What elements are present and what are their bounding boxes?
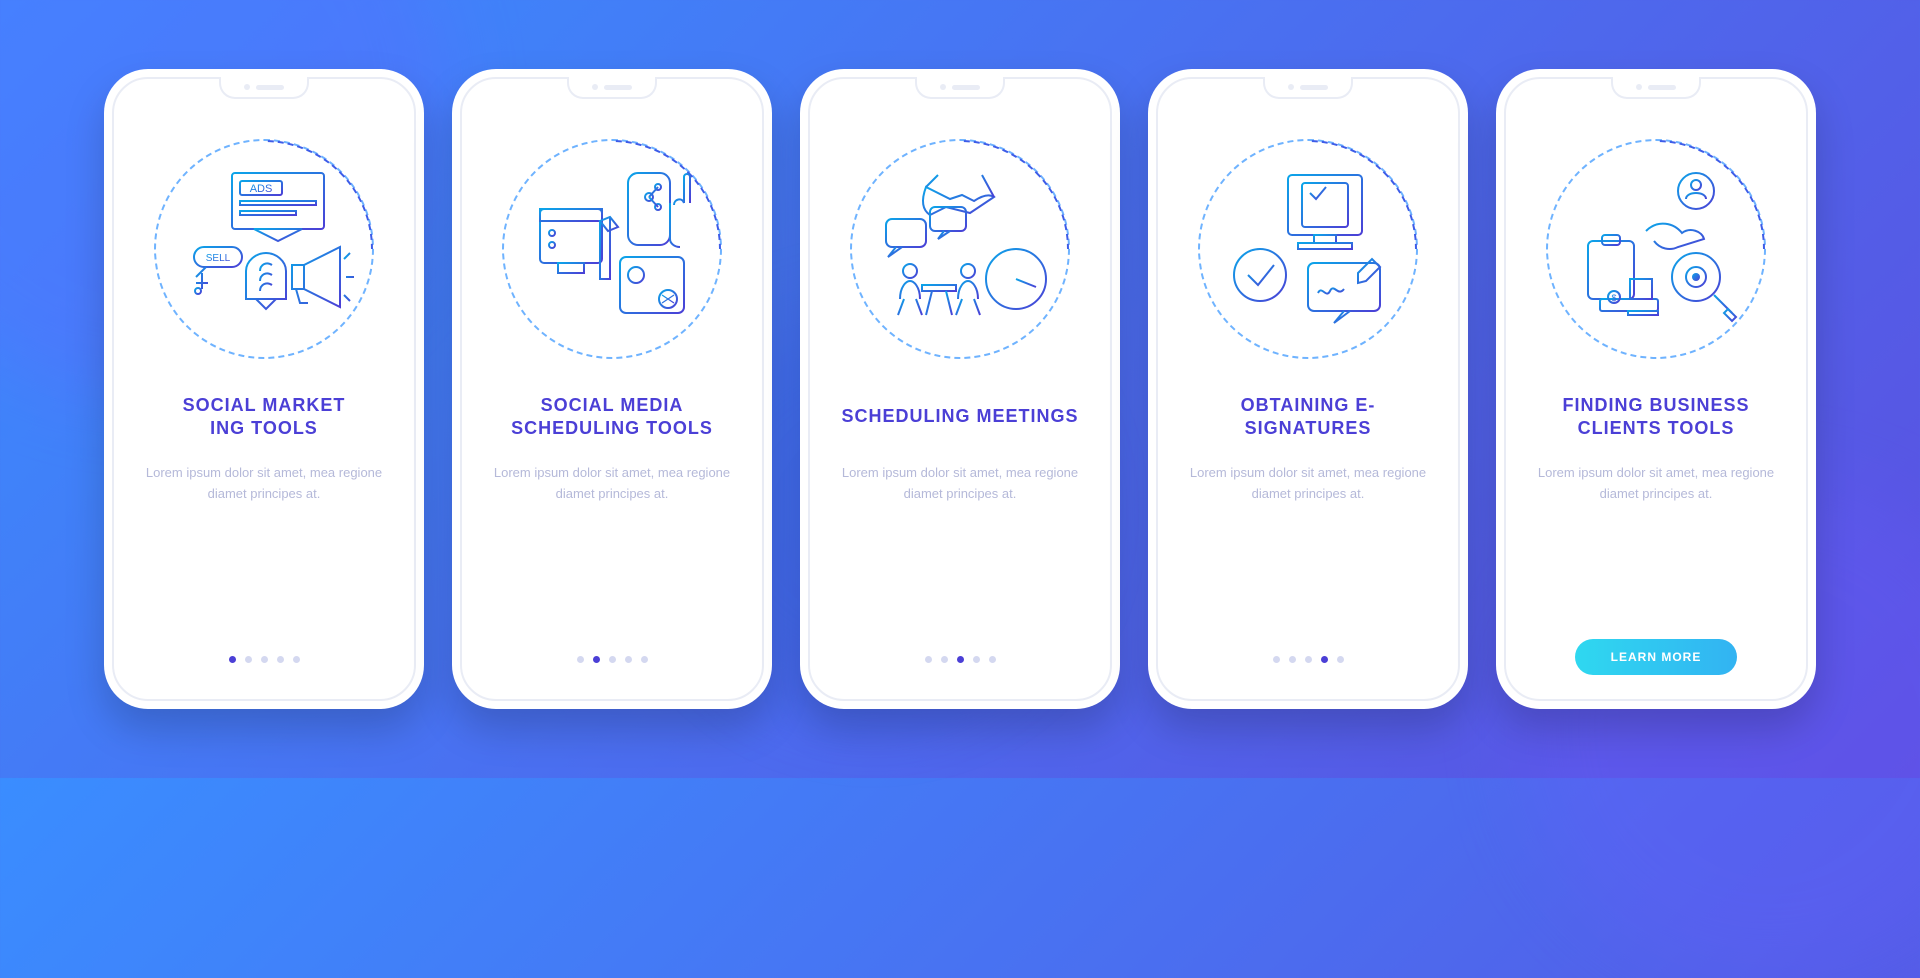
phone-screen-2: SOCIAL MEDIA SCHEDULING TOOLS Lorem ipsu… — [452, 69, 772, 709]
phone-notch — [1263, 77, 1353, 99]
pagination-dots[interactable] — [925, 656, 996, 663]
svg-text:SELL: SELL — [206, 253, 231, 264]
screen-title: FINDING BUSINESS CLIENTS TOOLS — [1518, 393, 1794, 441]
marketing-icon: ADS SELL — [154, 139, 374, 359]
pagination-dots[interactable] — [1273, 656, 1344, 663]
pagination-dots[interactable] — [577, 656, 648, 663]
learn-more-button[interactable]: LEARN MORE — [1575, 639, 1738, 675]
pagination-dots[interactable] — [229, 656, 300, 663]
phone-notch — [219, 77, 309, 99]
phone-screen-4: OBTAINING E-SIGNATURES Lorem ipsum dolor… — [1148, 69, 1468, 709]
screen-desc: Lorem ipsum dolor sit amet, mea regione … — [822, 463, 1098, 505]
screen-title: OBTAINING E-SIGNATURES — [1170, 393, 1446, 441]
screen-title: SCHEDULING MEETINGS — [831, 393, 1088, 441]
phone-notch — [915, 77, 1005, 99]
meeting-icon — [850, 139, 1070, 359]
phone-screen-3: SCHEDULING MEETINGS Lorem ipsum dolor si… — [800, 69, 1120, 709]
screen-title: SOCIAL MEDIA SCHEDULING TOOLS — [474, 393, 750, 441]
phone-notch — [567, 77, 657, 99]
social-scheduling-icon — [502, 139, 722, 359]
phone-screen-1: ADS SELL SOCIAL MARKETING TOOLS Lorem ip… — [104, 69, 424, 709]
phone-screen-5: $ FINDING BUSINESS CLIENTS TOOLS Lorem i… — [1496, 69, 1816, 709]
screen-desc: Lorem ipsum dolor sit amet, mea regione … — [1170, 463, 1446, 505]
svg-text:$: $ — [1611, 293, 1616, 303]
screen-desc: Lorem ipsum dolor sit amet, mea regione … — [126, 463, 402, 505]
clients-icon: $ — [1546, 139, 1766, 359]
phone-notch — [1611, 77, 1701, 99]
esignature-icon — [1198, 139, 1418, 359]
onboarding-phones: ADS SELL SOCIAL MARKETING TOOLS Lorem ip… — [104, 69, 1816, 709]
screen-desc: Lorem ipsum dolor sit amet, mea regione … — [1518, 463, 1794, 505]
screen-title: SOCIAL MARKETING TOOLS — [173, 393, 356, 441]
screen-desc: Lorem ipsum dolor sit amet, mea regione … — [474, 463, 750, 505]
svg-text:ADS: ADS — [250, 183, 273, 195]
